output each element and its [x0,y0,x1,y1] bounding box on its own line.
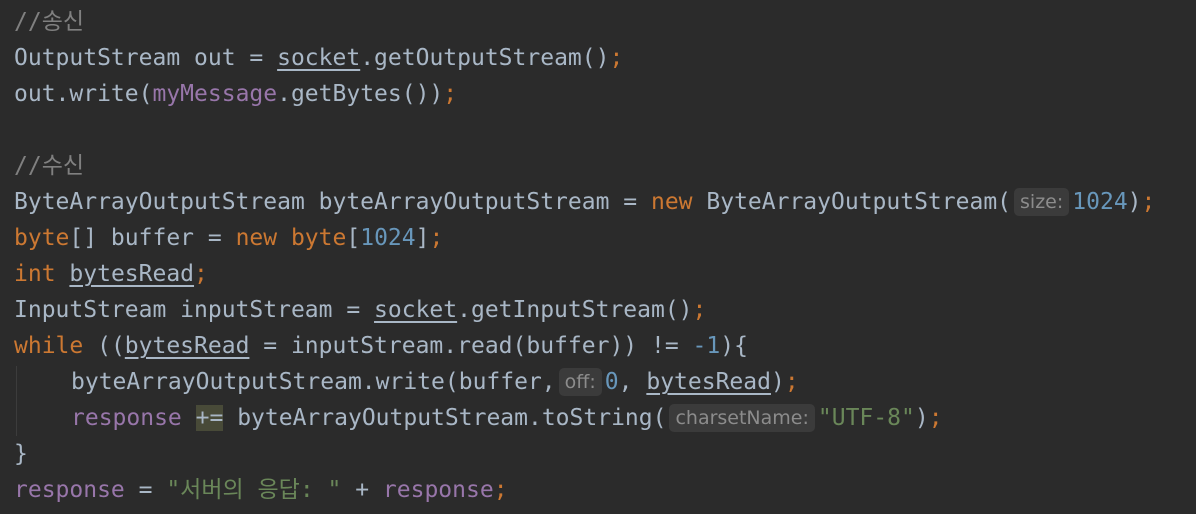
code-line-12[interactable]: response += byteArrayOutputStream.toStri… [71,400,943,436]
string-literal: "서버의 응답: " [166,477,342,503]
semicolon: ; [784,369,799,395]
code-text: ){ [720,333,748,359]
keyword-int: int [14,261,56,287]
code-text: out.write( [14,81,153,107]
comment-send: //송신 [14,9,85,35]
code-text: = [124,477,167,503]
variable-bytes-read: bytesRead [124,333,250,359]
field-response: response [382,477,494,503]
code-text: , [618,369,647,395]
code-text: .getInputStream() [457,297,693,323]
code-text: ByteArrayOutputStream( [692,189,1012,215]
parameter-hint-size: size: [1014,188,1070,216]
semicolon: ; [1141,189,1156,215]
code-line-14[interactable]: response = "서버의 응답: " + response; [14,472,508,508]
semicolon: ; [443,81,458,107]
code-text: [ [346,225,361,251]
variable-bytes-read: bytesRead [69,261,195,287]
keyword-new: new [235,225,278,251]
code-text: (( [83,333,125,359]
variable-bytes-read: bytesRead [646,369,771,395]
field-response: response [71,405,182,431]
code-line-11[interactable]: byteArrayOutputStream.write(buffer, off: 0… [71,364,799,400]
keyword-byte: byte [277,225,347,251]
code-text: .getOutputStream() [360,45,610,71]
parameter-hint-charset-name: charsetName: [669,404,815,432]
code-text: + [341,477,383,503]
parameter-hint-off: off: [558,368,602,396]
code-line-2[interactable]: OutputStream out = socket.getOutputStrea… [14,40,623,76]
code-editor[interactable]: //송신 OutputStream out = socket.getOutput… [0,0,1196,514]
code-text: byteArrayOutputStream.toString( [223,405,667,431]
code-text: = inputStream.read(buffer)) != [249,333,693,359]
code-line-6[interactable]: ByteArrayOutputStream byteArrayOutputStr… [14,184,1155,220]
closing-brace: } [14,441,28,467]
semicolon: ; [194,261,208,287]
code-text: OutputStream out = [14,45,278,71]
string-literal: "UTF-8" [817,405,915,431]
code-text: .getBytes()) [277,81,444,107]
code-text: InputStream inputStream = [14,297,375,323]
number-literal: -1 [692,333,721,359]
number-literal: 1024 [360,225,416,251]
semicolon: ; [609,45,624,71]
code-line-10[interactable]: while ((bytesRead = inputStream.read(buf… [14,328,748,364]
semicolon: ; [928,405,943,431]
code-text: ByteArrayOutputStream byteArrayOutputStr… [14,189,651,215]
field-my-message: myMessage [152,81,278,107]
code-line-5[interactable]: //수신 [14,148,84,184]
code-text: byteArrayOutputStream.write(buffer, [71,369,556,395]
code-text: ] [415,225,430,251]
code-text: ) [1127,189,1142,215]
field-response: response [14,477,125,503]
number-literal: 0 [604,369,619,395]
code-line-7[interactable]: byte[] buffer = new byte[1024]; [14,220,443,256]
keyword-byte: byte [14,225,70,251]
number-literal: 1024 [1072,189,1128,215]
code-text: ) [770,369,785,395]
code-text: [] buffer = [69,225,236,251]
operator-highlight: += [195,405,224,431]
code-line-3[interactable]: out.write(myMessage.getBytes()); [14,76,457,112]
code-line-8[interactable]: int bytesRead; [14,256,208,292]
socket-reference: socket [374,297,458,323]
semicolon: ; [429,225,444,251]
keyword-new: new [650,189,693,215]
code-line-9[interactable]: InputStream inputStream = socket.getInpu… [14,292,706,328]
semicolon: ; [493,477,508,503]
indent-guide [16,366,17,436]
socket-reference: socket [277,45,361,71]
semicolon: ; [692,297,707,323]
code-line-13[interactable]: } [14,436,28,472]
keyword-while: while [14,333,84,359]
code-text: ) [914,405,929,431]
code-line-1[interactable]: //송신 [14,4,84,40]
comment-receive: //수신 [14,153,85,179]
